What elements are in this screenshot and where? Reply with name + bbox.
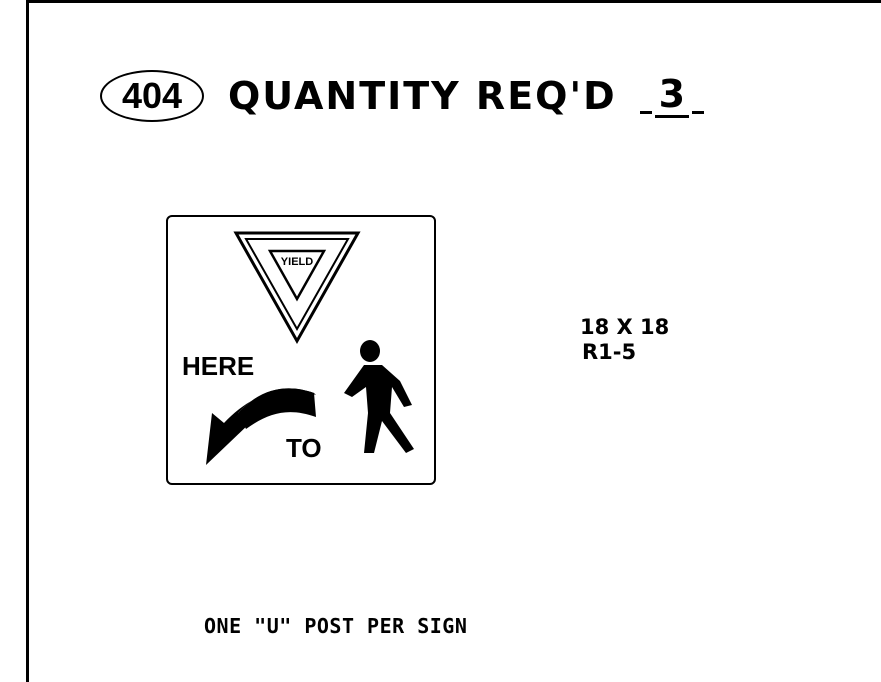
- sign-size: 18 X 18: [580, 315, 670, 339]
- item-number: 404: [121, 75, 183, 116]
- quantity-value: 3: [654, 73, 690, 119]
- to-text: TO: [286, 433, 322, 463]
- sign-spec: 18 X 18 R1-5: [580, 315, 669, 365]
- item-number-oval: 404: [100, 70, 204, 122]
- quantity-blank: 3: [637, 73, 707, 119]
- pedestrian-icon: [344, 340, 414, 453]
- here-text: HERE: [182, 351, 255, 381]
- blank-dash: [692, 111, 705, 115]
- post-note: ONE "U" POST PER SIGN: [204, 614, 468, 638]
- yield-triangle-icon: YIELD: [233, 231, 361, 345]
- header: 404 QUANTITY REQ'D 3: [100, 68, 707, 124]
- blank-dash: [639, 111, 652, 115]
- quantity-label: QUANTITY REQ'D: [228, 74, 617, 118]
- sign-code: R1-5: [582, 340, 637, 365]
- yield-text: YIELD: [281, 256, 313, 268]
- sign-r1-5: YIELD HERE TO: [166, 215, 436, 485]
